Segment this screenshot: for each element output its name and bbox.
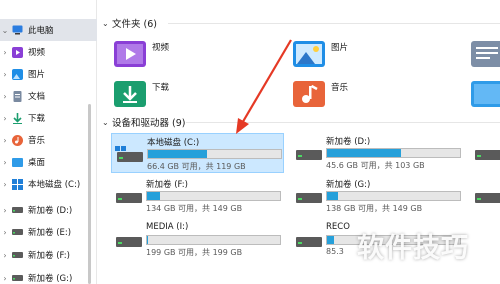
watermark-text: 软件技巧 [357, 233, 469, 264]
arrow-shaft [240, 39, 292, 126]
